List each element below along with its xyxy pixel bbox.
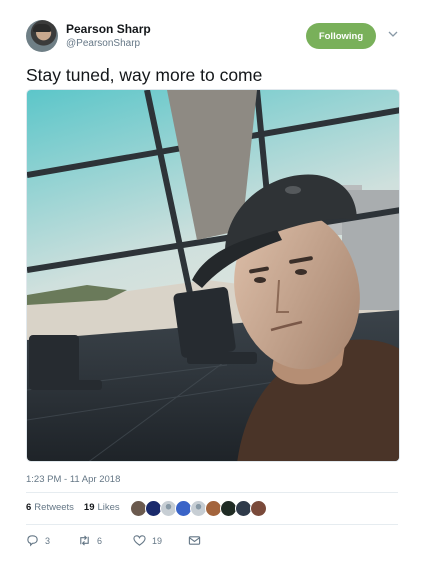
retweets-label: Retweets — [34, 502, 74, 513]
liker-avatars — [130, 500, 267, 517]
author-avatar[interactable] — [26, 20, 58, 52]
like-action[interactable]: 19 — [133, 534, 162, 547]
chevron-down-icon[interactable] — [387, 28, 399, 40]
likes-count: 19 — [83, 502, 95, 513]
like-count: 19 — [152, 535, 163, 546]
likes-stat[interactable]: 19 Likes — [84, 502, 120, 513]
liker-avatar[interactable] — [250, 500, 267, 517]
tweet-header: Pearson Sharp @PearsonSharp Following — [26, 20, 404, 54]
retweet-count: 6 — [97, 535, 103, 546]
tweet-photo[interactable] — [26, 89, 400, 462]
reply-action[interactable]: 3 — [26, 534, 50, 547]
retweets-count: 6 — [26, 502, 32, 513]
tweet-actions: 3 6 19 — [26, 534, 226, 550]
direct-message-action[interactable] — [188, 534, 207, 547]
retweet-action[interactable]: 6 — [78, 534, 102, 547]
envelope-icon — [188, 536, 201, 545]
retweet-icon — [80, 535, 89, 546]
author-display-name[interactable]: Pearson Sharp — [66, 22, 151, 37]
following-button[interactable]: Following — [306, 23, 376, 49]
reply-count: 3 — [45, 535, 51, 546]
tweet-stats: 6 Retweets 19 Likes — [26, 502, 130, 513]
tweet-card: Pearson Sharp @PearsonSharp Following St… — [0, 0, 424, 567]
tweet-text: Stay tuned, way more to come — [26, 65, 263, 85]
likes-label: Likes — [97, 502, 120, 513]
heart-icon — [133, 535, 146, 546]
selfie-photo — [27, 90, 399, 461]
divider — [26, 524, 398, 525]
reply-icon — [27, 535, 38, 547]
author-names: Pearson Sharp @PearsonSharp — [66, 22, 151, 51]
retweets-stat[interactable]: 6 Retweets — [26, 502, 74, 513]
divider — [26, 492, 398, 493]
author-handle[interactable]: @PearsonSharp — [66, 37, 151, 51]
tweet-timestamp[interactable]: 1:23 PM - 11 Apr 2018 — [26, 474, 120, 485]
